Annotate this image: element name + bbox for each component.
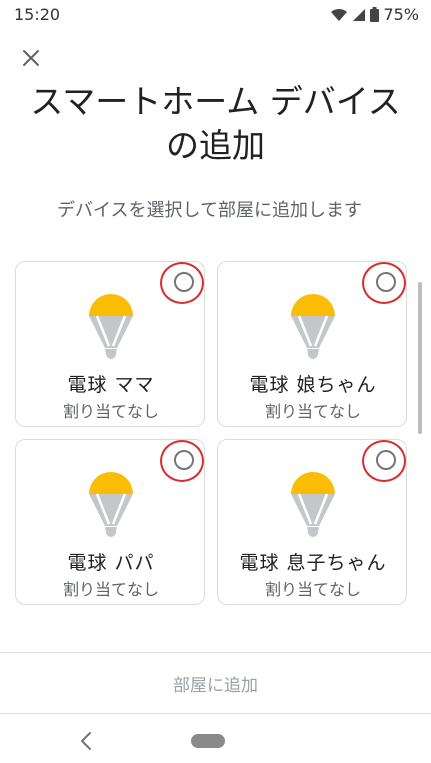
signal-icon xyxy=(352,8,366,22)
battery-level: 75% xyxy=(383,5,419,24)
divider xyxy=(0,713,431,714)
device-status: 割り当てなし xyxy=(264,580,361,599)
status-time: 15:20 xyxy=(14,5,61,24)
wifi-icon xyxy=(330,8,348,22)
device-name: 電球 パパ xyxy=(67,552,155,574)
lightbulb-icon xyxy=(89,472,133,537)
device-status: 割り当てなし xyxy=(62,580,159,599)
device-status: 割り当てなし xyxy=(264,402,361,421)
lightbulb-icon xyxy=(291,294,335,359)
scrollbar[interactable] xyxy=(418,282,422,434)
status-icons: 75% xyxy=(330,5,419,24)
page-title-line2: の追加 xyxy=(166,126,265,165)
close-icon xyxy=(22,49,40,71)
page-title-line1: スマートホーム デバイス xyxy=(30,82,401,121)
device-card[interactable]: 電球 息子ちゃん 割り当てなし xyxy=(217,439,407,605)
page-subtitle: デバイスを選択して部屋に追加します xyxy=(57,200,362,221)
device-radio[interactable] xyxy=(174,450,194,470)
lightbulb-icon xyxy=(291,472,335,537)
device-status: 割り当てなし xyxy=(62,402,159,421)
device-card[interactable]: 電球 パパ 割り当てなし xyxy=(15,439,205,605)
lightbulb-icon xyxy=(89,294,133,359)
device-name: 電球 娘ちゃん xyxy=(249,374,377,396)
back-button[interactable] xyxy=(76,730,96,752)
add-to-room-button[interactable]: 部屋に追加 xyxy=(0,653,431,713)
home-button[interactable] xyxy=(191,734,225,748)
device-card[interactable]: 電球 娘ちゃん 割り当てなし xyxy=(217,261,407,427)
battery-icon xyxy=(370,7,380,22)
device-name: 電球 ママ xyxy=(67,374,155,396)
back-arrow-icon xyxy=(76,732,96,756)
close-button[interactable] xyxy=(18,47,44,73)
device-radio[interactable] xyxy=(376,450,396,470)
device-radio[interactable] xyxy=(174,272,194,292)
device-card[interactable]: 電球 ママ 割り当てなし xyxy=(15,261,205,427)
page-title: スマートホーム デバイス の追加 xyxy=(0,80,431,168)
device-name: 電球 息子ちゃん xyxy=(239,552,387,574)
status-bar: 15:20 75% xyxy=(0,0,431,30)
device-radio[interactable] xyxy=(376,272,396,292)
